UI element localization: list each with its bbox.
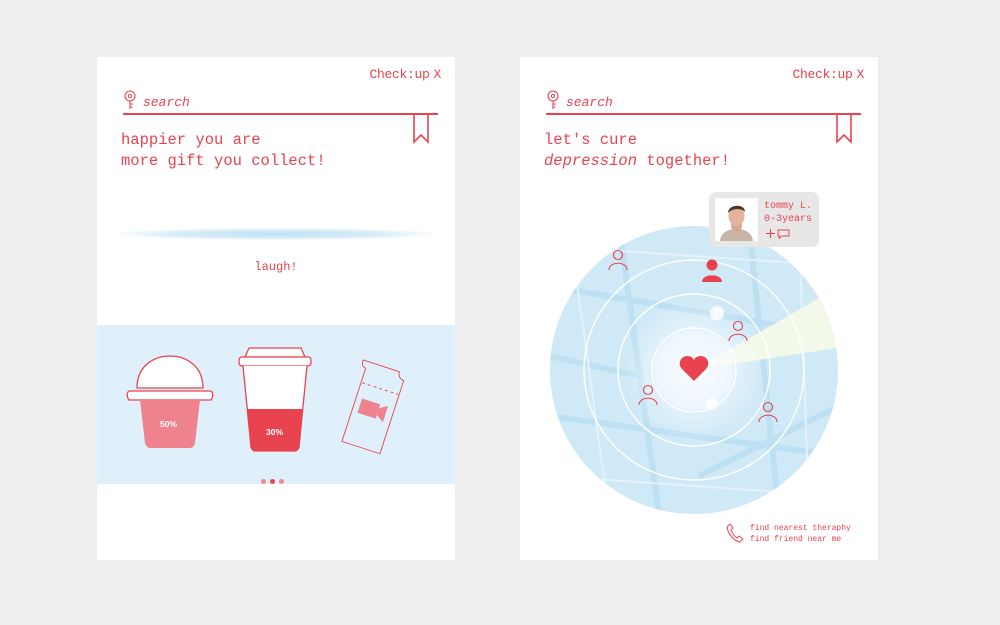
gift-item-drink[interactable]: 30% [237, 347, 313, 453]
search-input[interactable] [143, 93, 403, 111]
gift-percent-drink: 30% [266, 427, 284, 437]
drink-cup-icon [238, 347, 312, 452]
gift-item-ice-cream[interactable]: 50% [124, 355, 216, 451]
headline-line-2: more gift you collect! [121, 152, 326, 170]
pager-dot-2[interactable] [270, 479, 275, 484]
gift-percent-ice-cream: 50% [160, 419, 178, 429]
mood-meter[interactable] [117, 228, 435, 240]
pager-dots [261, 471, 288, 489]
chat-bubble-icon[interactable] [777, 229, 790, 239]
friend-years: 0-3years [764, 214, 813, 225]
ice-cream-cup-icon [126, 355, 214, 448]
headline-line-1: let's cure [544, 131, 638, 149]
gift-panel: 50% 30% [97, 325, 455, 484]
find-actions: find nearest theraphy find friend near m… [726, 523, 851, 548]
search-icon [547, 90, 559, 109]
pager-dot-1[interactable] [261, 479, 266, 484]
headline: happier you are more gift you collect! [121, 130, 326, 172]
bookmark-icon[interactable] [413, 115, 429, 145]
profile-actions [766, 229, 790, 239]
headline-emphasis: depression [544, 152, 638, 170]
search-icon [124, 90, 136, 109]
app-header: Check:up X [369, 67, 441, 82]
brand-label: Check:up [369, 67, 430, 82]
find-friend-link[interactable]: find friend near me [750, 534, 851, 545]
friend-name: tommy L. [764, 201, 813, 212]
search-input[interactable] [566, 93, 826, 111]
gift-item-ticket[interactable] [330, 355, 414, 459]
map-screen: Check:upX let's cure depression together… [520, 57, 878, 560]
nearby-map[interactable] [549, 226, 839, 514]
phone-icon [726, 523, 744, 543]
close-button[interactable]: X [856, 67, 864, 82]
plus-icon[interactable] [766, 229, 775, 238]
bookmark-icon[interactable] [836, 115, 852, 145]
app-header: Check:up X [792, 67, 864, 82]
close-button[interactable]: X [433, 67, 441, 82]
avatar [715, 198, 758, 241]
headline-line-1: happier you are [121, 131, 261, 149]
mood-label: laugh! [254, 260, 298, 274]
pager-dot-3[interactable] [279, 479, 284, 484]
gift-screen: Check:upX happier you are more gift you … [97, 57, 455, 560]
friend-profile-card[interactable]: tommy L. 0-3years [709, 192, 819, 247]
headline-line-2: together! [637, 152, 731, 170]
find-therapy-link[interactable]: find nearest theraphy [750, 523, 851, 534]
movie-ticket-icon [341, 359, 405, 455]
headline: let's cure depression together! [544, 130, 730, 172]
search-bar [123, 90, 438, 115]
brand-label: Check:up [792, 67, 853, 82]
search-bar [546, 90, 861, 115]
